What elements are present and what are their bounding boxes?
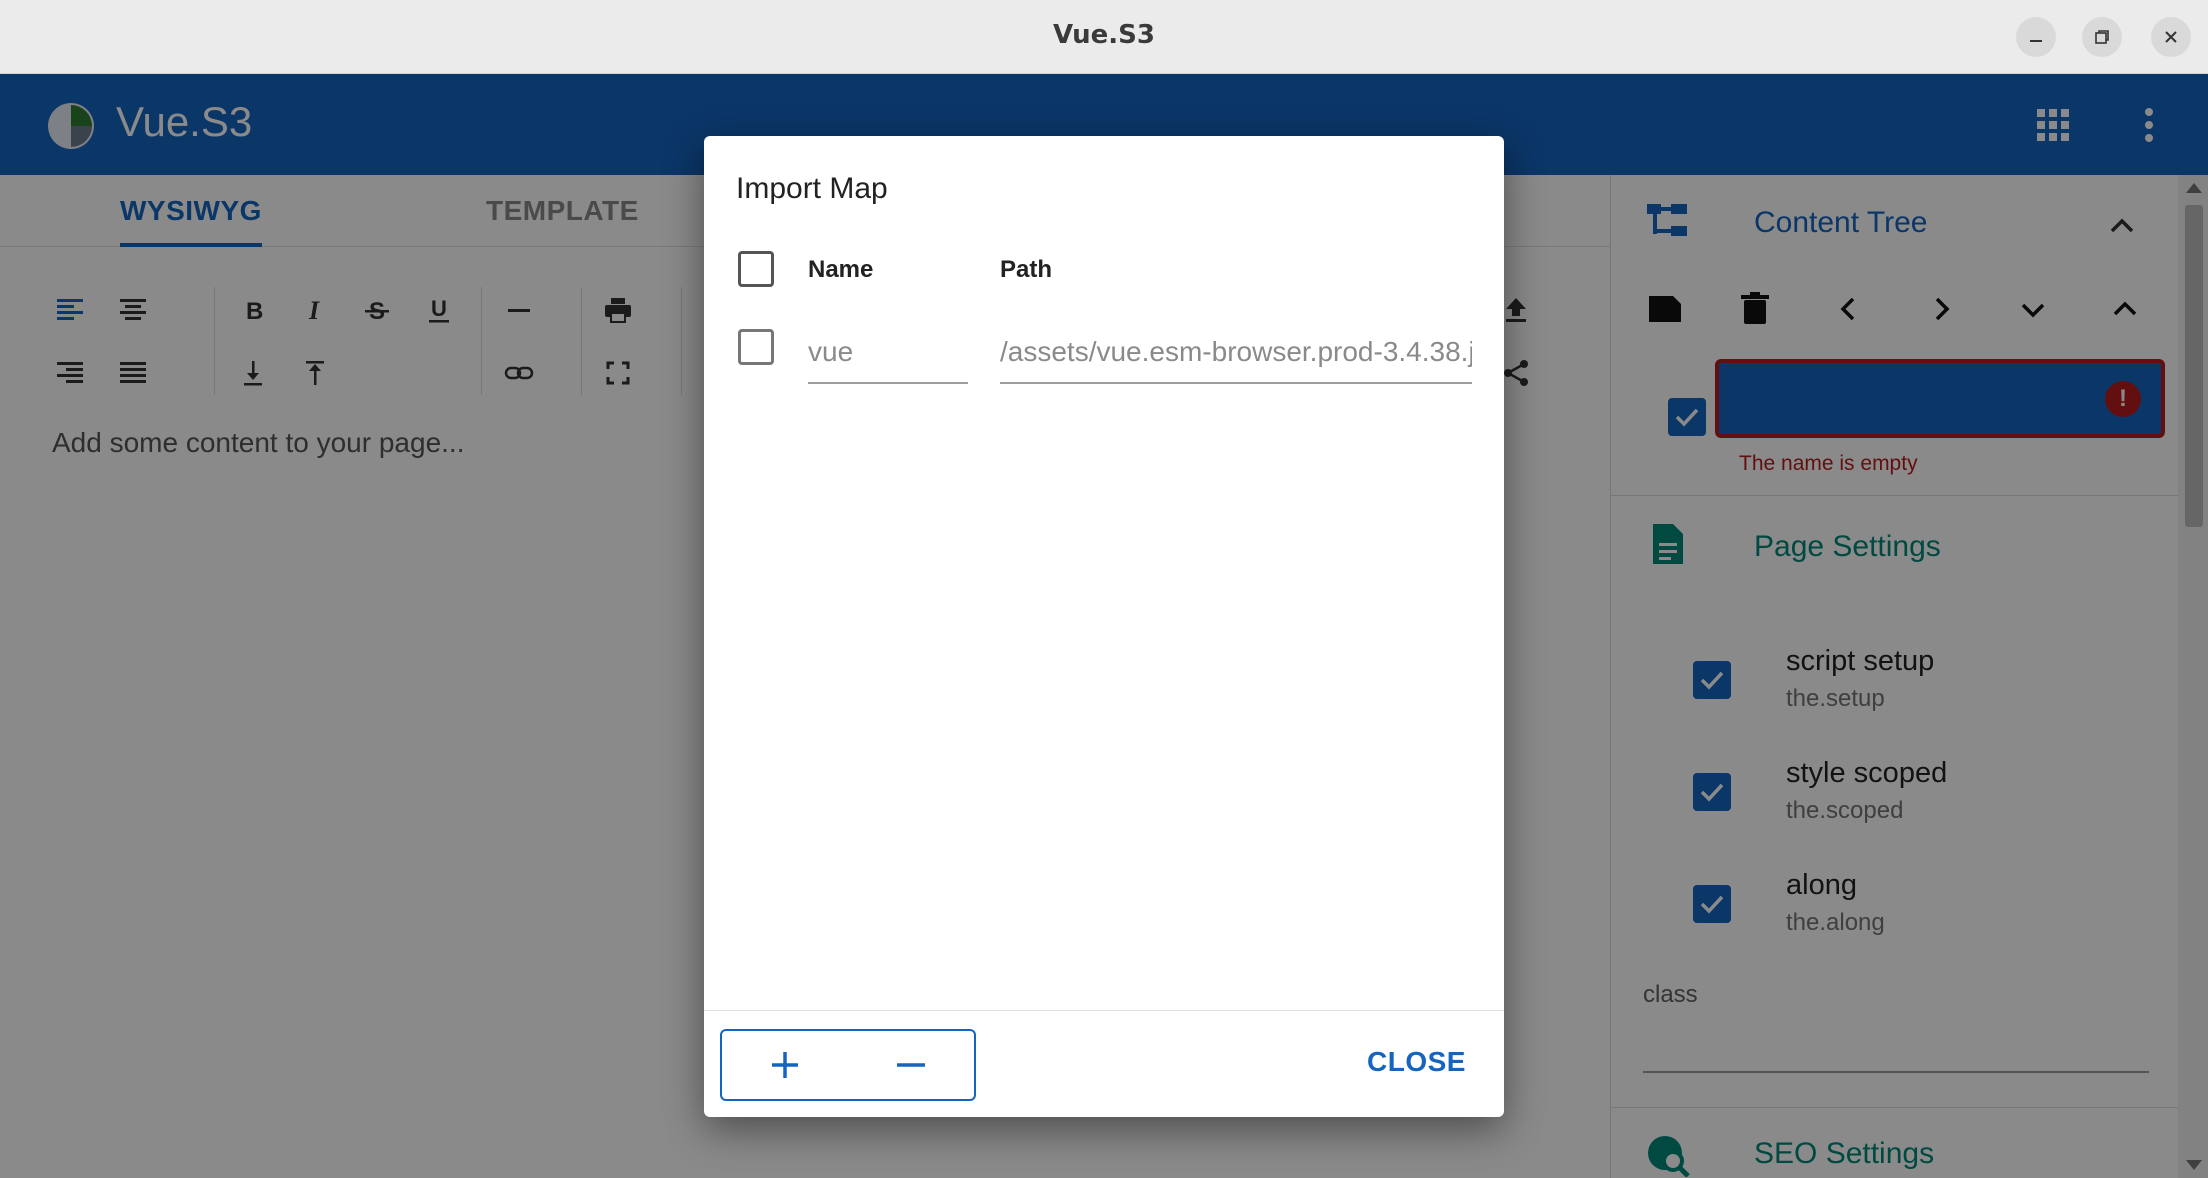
add-remove-button-group <box>720 1029 976 1101</box>
dialog-title: Import Map <box>736 172 888 205</box>
select-all-checkbox[interactable] <box>738 251 774 287</box>
minimize-icon[interactable] <box>2016 17 2056 57</box>
minus-icon <box>897 1063 925 1067</box>
window-titlebar: Vue.S3 <box>0 0 2208 74</box>
import-path-input[interactable]: /assets/vue.esm-browser.prod-3.4.38.js <box>1000 322 1472 384</box>
close-icon[interactable] <box>2151 17 2191 57</box>
remove-row-button[interactable] <box>848 1031 974 1099</box>
window-title: Vue.S3 <box>1052 20 1156 50</box>
column-header-path: Path <box>1000 256 1053 283</box>
import-map-dialog: Import Map Name Path vue /assets/vue.esm… <box>704 136 1504 1117</box>
plus-icon <box>772 1052 798 1078</box>
import-name-input[interactable]: vue <box>808 322 968 384</box>
close-button[interactable]: CLOSE <box>1367 1046 1466 1078</box>
row-checkbox[interactable] <box>738 329 774 365</box>
dialog-footer-divider <box>704 1010 1504 1011</box>
column-header-name: Name <box>808 256 874 283</box>
restore-icon[interactable] <box>2082 17 2122 57</box>
add-row-button[interactable] <box>722 1031 848 1099</box>
